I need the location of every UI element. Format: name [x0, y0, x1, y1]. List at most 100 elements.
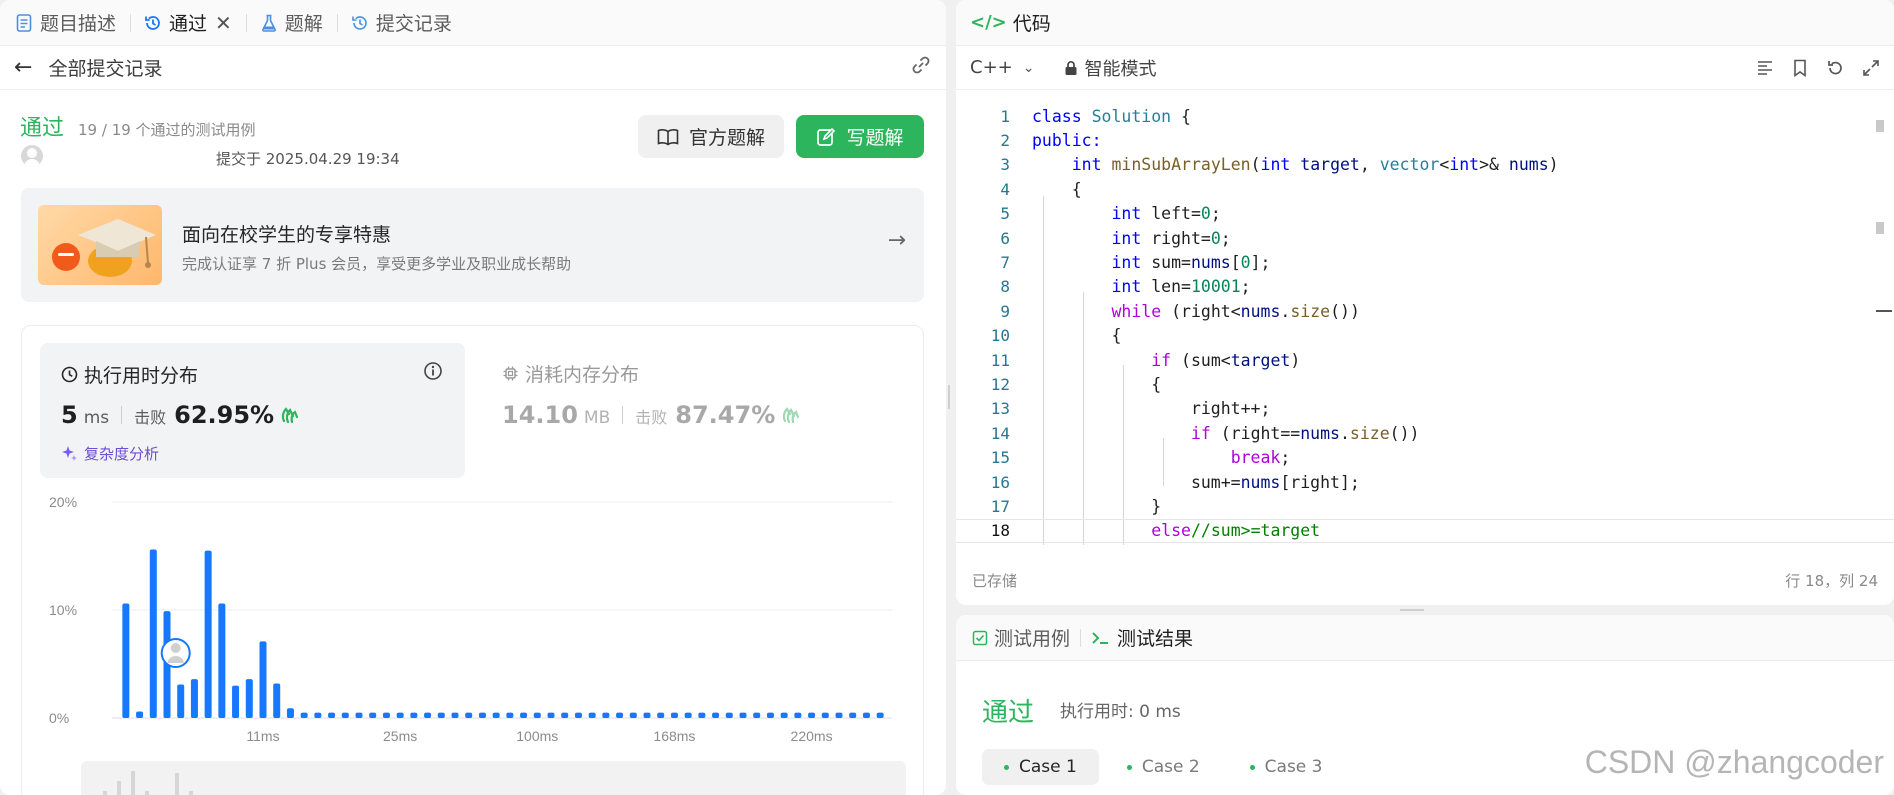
code-line[interactable]: 7 int sum=nums[0];	[956, 250, 1894, 274]
code-line[interactable]: 6 int right=0;	[956, 226, 1894, 250]
histogram-bar[interactable]	[725, 712, 733, 718]
histogram-bar[interactable]	[204, 550, 212, 718]
histogram-bar[interactable]	[369, 712, 377, 718]
language-select[interactable]: C++ ⌄	[970, 57, 1034, 78]
histogram-bar[interactable]	[218, 603, 226, 718]
code-line[interactable]: 3 int minSubArrayLen(int target, vector<…	[956, 153, 1894, 177]
histogram-bar[interactable]	[190, 679, 198, 718]
case-tab-1[interactable]: Case 1	[982, 749, 1099, 785]
histogram-bar[interactable]	[341, 712, 349, 718]
histogram-bar[interactable]	[876, 712, 884, 718]
histogram-bar[interactable]	[533, 712, 541, 718]
histogram-bar[interactable]	[712, 712, 720, 718]
histogram-bar[interactable]	[629, 712, 637, 718]
histogram-bar[interactable]	[862, 712, 870, 718]
histogram-bar[interactable]	[835, 712, 843, 718]
code-line[interactable]: 4 {	[956, 177, 1894, 201]
back-arrow-icon[interactable]: ←	[14, 55, 32, 80]
reset-icon[interactable]	[1826, 59, 1844, 77]
histogram-bar[interactable]	[314, 712, 322, 718]
histogram-bar[interactable]	[382, 712, 390, 718]
histogram-bar[interactable]	[739, 712, 747, 718]
runtime-histogram[interactable]: 20% 10% 0% 11ms 25ms 100ms 168ms 220ms	[22, 326, 925, 795]
histogram-bar[interactable]	[588, 712, 596, 718]
avatar[interactable]	[21, 145, 43, 167]
tab-test-cases[interactable]: 测试用例	[972, 624, 1070, 651]
histogram-bar[interactable]	[561, 712, 569, 718]
tab-test-result[interactable]: 测试结果	[1091, 624, 1193, 651]
tab-submissions[interactable]: 提交记录	[350, 0, 452, 46]
close-icon[interactable]: ✕	[215, 11, 232, 35]
code-line[interactable]: 9 while (right<nums.size())	[956, 299, 1894, 323]
format-icon[interactable]	[1756, 59, 1774, 77]
student-promo-banner[interactable]: 面向在校学生的专享特惠 完成认证享 7 折 Plus 会员，享受更多学业及职业成…	[21, 188, 924, 302]
histogram-bar[interactable]	[574, 712, 582, 718]
histogram-bar[interactable]	[849, 712, 857, 718]
arrow-right-icon[interactable]: →	[888, 228, 906, 253]
code-line[interactable]: 16 sum+=nums[right];	[956, 470, 1894, 494]
histogram-bar[interactable]	[396, 712, 404, 718]
histogram-bar[interactable]	[643, 712, 651, 718]
histogram-bar[interactable]	[780, 712, 788, 718]
histogram-bar[interactable]	[245, 679, 253, 718]
code-line[interactable]: 5 int left=0;	[956, 202, 1894, 226]
histogram-bar[interactable]	[794, 712, 802, 718]
histogram-bar[interactable]	[149, 549, 157, 718]
panel-resize-handle[interactable]	[948, 385, 950, 409]
expand-icon[interactable]	[1862, 59, 1880, 77]
range-overview-chart[interactable]	[81, 761, 906, 795]
histogram-bar[interactable]	[465, 712, 473, 718]
case-tab-3[interactable]: Case 3	[1228, 749, 1345, 785]
histogram-bar[interactable]	[753, 712, 761, 718]
histogram-bar[interactable]	[437, 712, 445, 718]
smart-mode-toggle[interactable]: 智能模式	[1064, 55, 1156, 81]
code-line[interactable]: 15 break;	[956, 446, 1894, 470]
code-editor[interactable]: 1 class Solution {2 public: 3 int minSubArr…	[956, 100, 1894, 545]
tab-accepted[interactable]: 通过 ✕	[143, 0, 232, 46]
histogram-bar[interactable]	[410, 712, 418, 718]
code-line[interactable]: 1 class Solution {	[956, 104, 1894, 128]
histogram-bar[interactable]	[657, 712, 665, 718]
code-line[interactable]: 11 if (sum<target)	[956, 348, 1894, 372]
histogram-bar[interactable]	[808, 712, 816, 718]
histogram-bar[interactable]	[766, 712, 774, 718]
histogram-bar[interactable]	[177, 684, 185, 718]
histogram-bar[interactable]	[520, 712, 528, 718]
histogram-bar[interactable]	[451, 712, 459, 718]
code-line[interactable]: 13 right++;	[956, 397, 1894, 421]
all-submissions-link[interactable]: 全部提交记录	[48, 54, 162, 81]
code-line[interactable]: 14 if (right==nums.size())	[956, 421, 1894, 445]
vertical-resize-handle[interactable]	[1400, 609, 1424, 611]
histogram-bar[interactable]	[286, 708, 294, 718]
case-tab-2[interactable]: Case 2	[1105, 749, 1222, 785]
histogram-bar[interactable]	[506, 712, 514, 718]
histogram-bar[interactable]	[547, 712, 555, 718]
histogram-bar[interactable]	[684, 712, 692, 718]
code-line[interactable]: 18 else//sum>=target	[956, 518, 1894, 543]
histogram-bar[interactable]	[602, 712, 610, 718]
share-link-icon[interactable]	[910, 54, 932, 81]
code-line[interactable]: 8 int len=10001;	[956, 275, 1894, 299]
histogram-bar[interactable]	[478, 712, 486, 718]
histogram-bar[interactable]	[259, 641, 267, 718]
histogram-bar[interactable]	[273, 683, 281, 718]
official-solution-button[interactable]: 官方题解	[638, 115, 784, 158]
histogram-bar[interactable]	[300, 712, 308, 718]
histogram-bar[interactable]	[698, 712, 706, 718]
code-line[interactable]: 10 {	[956, 324, 1894, 348]
histogram-bar[interactable]	[821, 712, 829, 718]
histogram-bar[interactable]	[492, 712, 500, 718]
code-line[interactable]: 17 }	[956, 494, 1894, 518]
histogram-bar[interactable]	[122, 603, 130, 718]
bookmark-icon[interactable]	[1792, 59, 1808, 77]
histogram-bar[interactable]	[136, 711, 144, 718]
code-line[interactable]: 2 public:	[956, 128, 1894, 152]
histogram-bar[interactable]	[232, 685, 240, 718]
write-solution-button[interactable]: 写题解	[796, 115, 924, 158]
tab-description[interactable]: 题目描述	[14, 0, 116, 46]
histogram-bar[interactable]	[616, 712, 624, 718]
code-line[interactable]: 12 {	[956, 372, 1894, 396]
histogram-bar[interactable]	[328, 712, 336, 718]
histogram-bar[interactable]	[670, 712, 678, 718]
tab-solutions[interactable]: 题解	[259, 0, 323, 46]
